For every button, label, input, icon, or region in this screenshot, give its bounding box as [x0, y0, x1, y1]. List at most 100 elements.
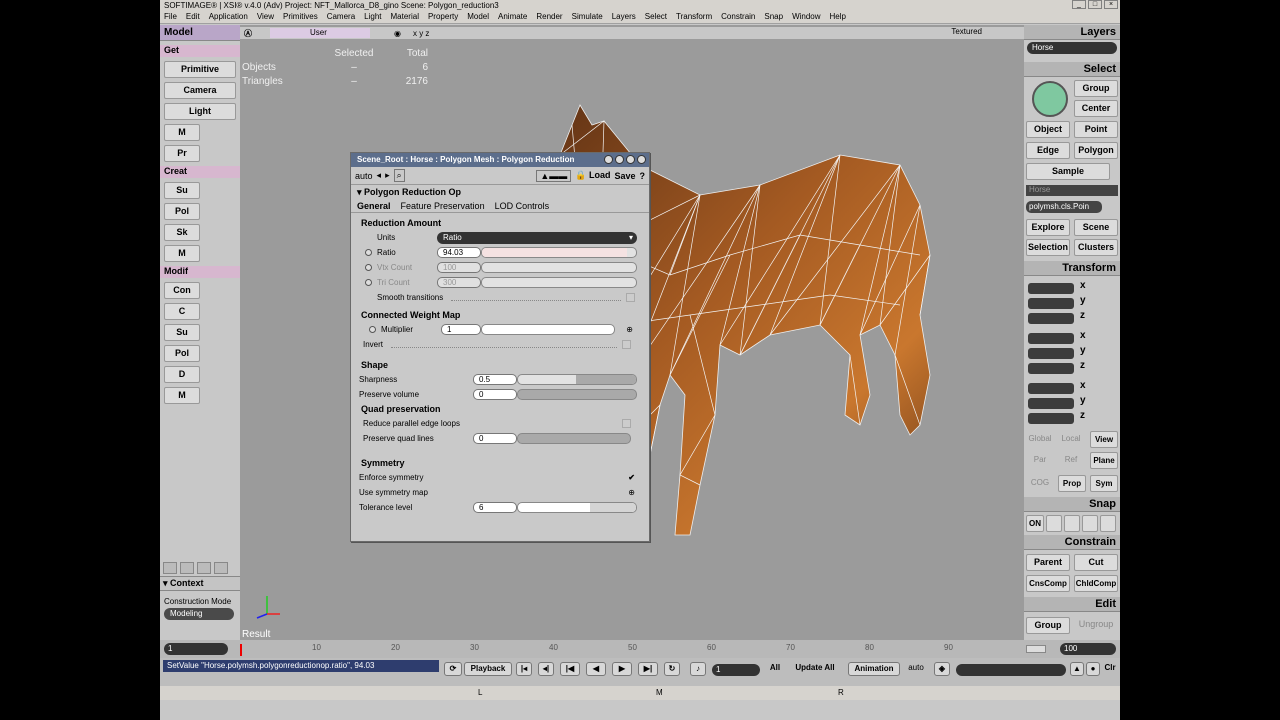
local-button[interactable]: Local — [1056, 431, 1086, 448]
viewport-letter-icon[interactable]: Ⓐ — [244, 28, 252, 39]
scale-z-field[interactable] — [1028, 313, 1074, 324]
animate-vtx-icon[interactable] — [365, 264, 372, 271]
ratio-field[interactable]: 94.03 — [437, 247, 481, 258]
snap-grid-icon[interactable] — [1100, 515, 1116, 532]
key-icon[interactable]: ◈ — [934, 662, 950, 676]
tri-count-slider[interactable] — [481, 277, 637, 288]
loop-icon[interactable]: ↻ — [664, 662, 680, 676]
hand-icon[interactable] — [180, 562, 194, 574]
scene-button[interactable]: Scene — [1074, 219, 1118, 236]
ratio-slider[interactable] — [481, 247, 637, 258]
polymesh-button-partial[interactable]: Pol — [164, 203, 200, 220]
surface-modify-button-partial[interactable]: Su — [164, 324, 200, 341]
select-arrow-icon[interactable] — [1032, 81, 1068, 117]
auto-key-toggle[interactable]: auto — [904, 662, 928, 676]
preserve-quad-slider[interactable] — [517, 433, 631, 444]
close-button[interactable]: × — [1104, 0, 1118, 9]
primitive-button[interactable]: Primitive — [164, 61, 236, 78]
save-key-icon[interactable]: ▲ — [1070, 662, 1084, 676]
curve-button-partial[interactable]: C — [164, 303, 200, 320]
animate-ratio-icon[interactable] — [365, 249, 372, 256]
axis-icon[interactable]: x y z — [413, 29, 429, 38]
cluster-field[interactable]: polymsh.cls.Poin — [1026, 201, 1102, 213]
menu-material[interactable]: Material — [391, 12, 419, 21]
auto-toggle[interactable]: auto — [355, 171, 373, 181]
menu-model[interactable]: Model — [467, 12, 489, 21]
menu-constrain[interactable]: Constrain — [721, 12, 755, 21]
audio-icon[interactable]: ♪ — [690, 662, 706, 676]
preserve-quad-field[interactable]: 0 — [473, 433, 517, 444]
plane-button[interactable]: Plane — [1090, 452, 1118, 469]
range-toggle-icon[interactable] — [1026, 645, 1046, 653]
next-arrow-icon[interactable]: ▸ — [385, 170, 390, 181]
camera-select[interactable]: User — [270, 28, 370, 38]
current-frame-field[interactable]: 1 — [712, 664, 760, 676]
ppg-title-bar[interactable]: Scene_Root : Horse : Polygon Mesh : Poly… — [351, 153, 649, 167]
rotate-z-field[interactable] — [1028, 363, 1074, 374]
cnscomp-button[interactable]: CnsComp — [1026, 575, 1070, 592]
tolerance-field[interactable]: 6 — [473, 502, 517, 513]
explore-button[interactable]: Explore — [1026, 219, 1070, 236]
connect-icon[interactable]: ⊕ — [628, 488, 635, 497]
menu-window[interactable]: Window — [792, 12, 820, 21]
help-icon[interactable] — [626, 155, 635, 164]
deform-button-partial[interactable]: D — [164, 366, 200, 383]
magnify-icon[interactable]: ⌕ — [393, 169, 405, 182]
chldcomp-button[interactable]: ChldComp — [1074, 575, 1118, 592]
menu-edit[interactable]: Edit — [186, 12, 200, 21]
rotate-y-field[interactable] — [1028, 348, 1074, 359]
ungroup-button[interactable]: Ungroup — [1074, 617, 1118, 634]
snap-curves-icon[interactable] — [1064, 515, 1080, 532]
clear-key-icon[interactable]: Clr — [1102, 662, 1118, 676]
viewport[interactable]: Ⓐ User ◉ x y z Textured Selected Total O… — [240, 25, 1024, 640]
menu-render[interactable]: Render — [536, 12, 562, 21]
first-frame-icon[interactable]: |◂ — [516, 662, 532, 676]
toolbar-title[interactable]: Model — [160, 25, 240, 41]
end-frame-field[interactable]: 100 — [1060, 643, 1116, 655]
stack-icon[interactable]: ▲▬▬ — [536, 169, 572, 182]
menu-select[interactable]: Select — [645, 12, 667, 21]
menu-transform[interactable]: Transform — [676, 12, 712, 21]
camera-button[interactable]: Camera — [164, 82, 236, 99]
grid-icon[interactable] — [214, 562, 228, 574]
snap-points-icon[interactable] — [1046, 515, 1062, 532]
prev-arrow-icon[interactable]: ◂ — [377, 170, 382, 181]
edge-button[interactable]: Edge — [1026, 142, 1070, 159]
start-frame-field[interactable]: 1 — [164, 643, 228, 655]
skeleton-button-partial[interactable]: Sk — [164, 224, 200, 241]
translate-x-field[interactable] — [1028, 383, 1074, 394]
edit-group-button[interactable]: Group — [1026, 617, 1070, 634]
fast-forward-icon[interactable]: ▶| — [638, 662, 658, 676]
material-button-partial[interactable]: M — [164, 124, 200, 141]
close-icon[interactable] — [637, 155, 646, 164]
invert-checkbox[interactable] — [622, 340, 631, 349]
save-button[interactable]: Save — [614, 171, 635, 181]
snap-surface-icon[interactable] — [1082, 515, 1098, 532]
cog-button[interactable]: COG — [1024, 475, 1056, 492]
global-button[interactable]: Global — [1024, 431, 1056, 448]
all-button[interactable]: All — [766, 662, 784, 676]
construction-mode-select[interactable]: Modeling — [164, 608, 234, 620]
tolerance-slider[interactable] — [517, 502, 637, 513]
units-select[interactable]: Ratio ▾ — [437, 231, 637, 244]
tri-count-field[interactable]: 300 — [437, 277, 481, 288]
menu-help[interactable]: Help — [830, 12, 846, 21]
question-icon[interactable]: ? — [640, 171, 646, 181]
smooth-checkbox[interactable] — [626, 293, 635, 302]
menu-animate[interactable]: Animate — [498, 12, 527, 21]
tab-lod-controls[interactable]: LOD Controls — [495, 201, 550, 211]
point-button[interactable]: Point — [1074, 121, 1118, 138]
layer-select[interactable]: Horse — [1027, 42, 1117, 54]
menu-primitives[interactable]: Primitives — [283, 12, 318, 21]
component-button-partial[interactable]: Con — [164, 282, 200, 299]
play-icon[interactable]: ▶ — [612, 662, 632, 676]
preserve-volume-slider[interactable] — [517, 389, 637, 400]
animation-button[interactable]: Animation — [848, 662, 900, 676]
scale-x-field[interactable] — [1028, 283, 1074, 294]
poly-modify-button-partial[interactable]: Pol — [164, 345, 200, 362]
sharpness-slider[interactable] — [517, 374, 637, 385]
menu-file[interactable]: File — [164, 12, 177, 21]
sample-button[interactable]: Sample — [1026, 163, 1110, 180]
model-modify-button-partial[interactable]: M — [164, 387, 200, 404]
menu-layers[interactable]: Layers — [612, 12, 636, 21]
